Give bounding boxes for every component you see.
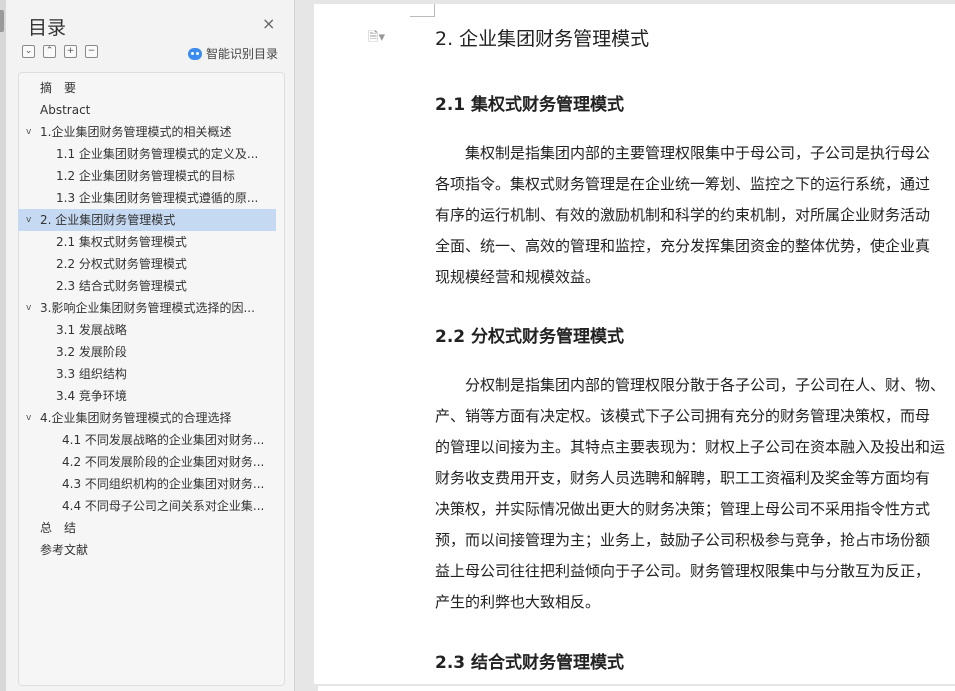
close-icon[interactable]: ×: [262, 14, 275, 33]
toc-item-label: 3.影响企业集团财务管理模式选择的因...: [40, 301, 255, 315]
toc-item[interactable]: Abstract: [18, 99, 276, 121]
chevron-down-icon[interactable]: v: [26, 121, 31, 143]
toc-item-label: 4.4 不同母子公司之间关系对企业集...: [62, 499, 265, 513]
paragraph-2-2: 分权制是指集团内部的管理权限分散于各子公司，子公司在人、财、物、 产、销等方面有…: [435, 370, 955, 618]
heading-section-2-2: 2.2 分权式财务管理模式: [435, 327, 625, 347]
chevron-down-icon[interactable]: v: [26, 407, 31, 429]
paragraph-2-1: 集权制是指集团内部的主要管理权限集中于母公司，子公司是执行母公 各项指令。集权式…: [435, 138, 955, 293]
line: 有序的运行机制、有效的激励机制和科学的约束机制，对所属企业财务活动: [435, 206, 931, 224]
heading-chapter-2: 2. 企业集团财务管理模式: [435, 28, 650, 50]
toc-item[interactable]: v 2. 企业集团财务管理模式: [18, 209, 276, 231]
toc-item[interactable]: 4.3 不同组织机构的企业集团对财务...: [18, 473, 274, 495]
line: 益上母公司往往把利益倾向于子公司。财务管理权限集中与分散互为反正，: [435, 562, 931, 580]
line: 集权制是指集团内部的主要管理权限集中于母公司，子公司是执行母公: [465, 144, 931, 162]
toc-item[interactable]: v 4.企业集团财务管理模式的合理选择: [18, 407, 276, 429]
toc-item-label: 参考文献: [40, 543, 89, 557]
line: 财务收支费用开支，财务人员选聘和解聘，职工工资福利及奖金等方面均有: [435, 469, 931, 487]
toc-item-label: 4.1 不同发展战略的企业集团对财务...: [62, 433, 265, 447]
toc-item-label: 2.3 结合式财务管理模式: [56, 279, 187, 293]
chevron-down-icon[interactable]: v: [26, 297, 31, 319]
edge-handle[interactable]: [0, 10, 4, 32]
add-heading-button[interactable]: +: [64, 45, 77, 58]
line: 产生的利弊也大致相反。: [435, 593, 601, 611]
toc-item[interactable]: 1.3 企业集团财务管理模式遵循的原...: [18, 187, 268, 209]
heading-section-2-3: 2.3 结合式财务管理模式: [435, 653, 625, 673]
toc-item[interactable]: v 1.企业集团财务管理模式的相关概述: [18, 121, 276, 143]
toc-item[interactable]: 2.3 结合式财务管理模式: [18, 275, 268, 297]
document-icon[interactable]: 🗎▾: [368, 28, 385, 50]
line: 现规模经营和规模效益。: [435, 268, 601, 286]
toc-item[interactable]: 4.2 不同发展阶段的企业集团对财务...: [18, 451, 274, 473]
toc-item-label: Abstract: [40, 103, 91, 117]
toc-item-label: 4.2 不同发展阶段的企业集团对财务...: [62, 455, 265, 469]
toc-item[interactable]: 3.2 发展阶段: [18, 341, 268, 363]
toc-list: 摘 要 Abstract v 1.企业集团财务管理模式的相关概述 1.1 企业集团财务管…: [18, 77, 276, 561]
toc-item[interactable]: 2.2 分权式财务管理模式: [18, 253, 268, 275]
toc-item-label: 1.企业集团财务管理模式的相关概述: [40, 125, 232, 139]
toc-item-label: 1.1 企业集团财务管理模式的定义及...: [56, 147, 259, 161]
line: 全面、统一、高效的管理和监控，充分发挥集团资金的整体优势，使企业真: [435, 237, 931, 255]
toc-item[interactable]: 1.1 企业集团财务管理模式的定义及...: [18, 143, 268, 165]
toc-item[interactable]: 1.2 企业集团财务管理模式的目标: [18, 165, 268, 187]
line: 分权制是指集团内部的管理权限分散于各子公司，子公司在人、财、物、: [465, 376, 946, 394]
toc-item-label: 3.4 竞争环境: [56, 389, 127, 403]
toc-title: 目录: [28, 17, 67, 39]
toc-item[interactable]: 3.1 发展战略: [18, 319, 268, 341]
next-page-edge: [318, 686, 955, 691]
chevron-down-icon[interactable]: v: [26, 209, 31, 231]
line: 决策权，并实际情况做出更大的财务决策；管理上母公司不采用指令性方式: [435, 500, 931, 518]
toc-item-label: 1.3 企业集团财务管理模式遵循的原...: [56, 191, 259, 205]
smart-toc-label: 智能识别目录: [206, 47, 279, 61]
line: 预，而以间接管理为主；业务上，鼓励子公司积极参与竞争，抢占市场份额: [435, 531, 931, 549]
toc-item-label: 3.1 发展战略: [56, 323, 127, 337]
toc-item-label: 2.1 集权式财务管理模式: [56, 235, 187, 249]
toc-item[interactable]: 参考文献: [18, 539, 276, 561]
ai-robot-icon: [188, 47, 202, 60]
line: 产、销等方面有决定权。该模式下子公司拥有充分的财务管理决策权，而母: [435, 407, 931, 425]
remove-heading-button[interactable]: −: [85, 45, 98, 58]
toc-item[interactable]: 3.4 竞争环境: [18, 385, 268, 407]
line: 各项指令。集权式财务管理是在企业统一筹划、监控之下的运行系统，通过: [435, 175, 931, 193]
toc-item[interactable]: 3.3 组织结构: [18, 363, 268, 385]
line: 的管理以间接为主。其特点主要表现为：财权上子公司在资本融入及投出和运: [435, 438, 946, 456]
toc-item-label: 4.企业集团财务管理模式的合理选择: [40, 411, 232, 425]
toc-item-label: 摘 要: [40, 81, 77, 95]
toc-item[interactable]: 总 结: [18, 517, 276, 539]
expand-all-button[interactable]: ⌃: [43, 45, 56, 58]
toc-item-label: 3.3 组织结构: [56, 367, 127, 381]
toc-item[interactable]: 2.1 集权式财务管理模式: [18, 231, 268, 253]
toc-item-label: 2.2 分权式财务管理模式: [56, 257, 187, 271]
toc-item[interactable]: 4.4 不同母子公司之间关系对企业集...: [18, 495, 274, 517]
smart-toc-button[interactable]: 智能识别目录: [188, 45, 278, 62]
toc-item[interactable]: v 3.影响企业集团财务管理模式选择的因...: [18, 297, 276, 319]
toc-item[interactable]: 4.1 不同发展战略的企业集团对财务...: [18, 429, 274, 451]
toc-item-label: 2. 企业集团财务管理模式: [40, 213, 176, 227]
toc-item[interactable]: 摘 要: [18, 77, 276, 99]
toc-item-label: 3.2 发展阶段: [56, 345, 127, 359]
toc-item-label: 1.2 企业集团财务管理模式的目标: [56, 169, 235, 183]
heading-section-2-1: 2.1 集权式财务管理模式: [435, 95, 625, 115]
toc-item-label: 总 结: [40, 521, 77, 535]
toc-item-label: 4.3 不同组织机构的企业集团对财务...: [62, 477, 265, 491]
page-corner-mark: [410, 4, 435, 17]
toc-toolbar: ⌄ ⌃ + −: [22, 45, 98, 58]
collapse-all-button[interactable]: ⌄: [22, 45, 35, 58]
